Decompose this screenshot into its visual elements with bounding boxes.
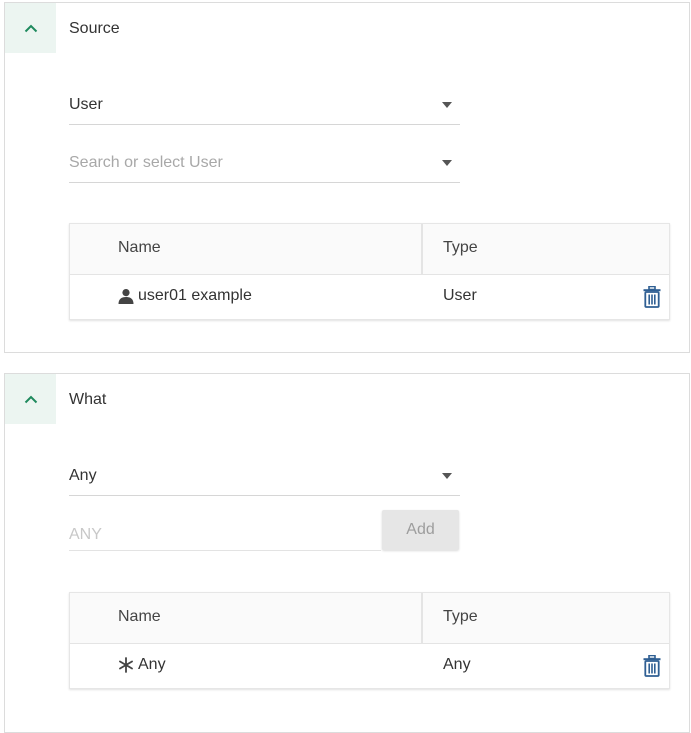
column-header-name: Name [118,239,161,256]
source-panel-title: Source [69,20,120,37]
column-header-type: Type [443,239,478,256]
source-type-select-value: User [69,96,103,113]
source-search-select[interactable]: Search or select User [69,143,460,183]
caret-down-icon [442,160,452,166]
row-name-label: user01 example [138,287,252,304]
row-type-cell: Any [443,656,471,673]
source-panel: Source User Search or select User Name T… [4,2,690,353]
table-row: Any Any [70,644,669,689]
source-type-select[interactable]: User [69,85,460,125]
what-type-select[interactable]: Any [69,456,460,496]
source-collapse-button[interactable] [5,3,56,53]
column-header-name: Name [118,608,161,625]
trash-icon [643,286,661,308]
what-value-input[interactable] [69,511,381,551]
asterisk-icon [119,657,133,673]
row-name-label: Any [138,656,166,673]
table-row: user01 example User [70,275,669,320]
source-table: Name Type user01 example User [69,223,670,320]
what-table: Name Type Any Any [69,592,670,689]
row-type-cell: User [443,287,477,304]
row-name-cell: user01 example [118,287,252,305]
what-panel: What Any Add Name Type Any Any [4,373,690,733]
what-collapse-button[interactable] [5,374,56,424]
person-icon [118,289,134,304]
caret-down-icon [442,473,452,479]
what-panel-header: What [5,374,689,424]
what-panel-title: What [69,391,107,408]
source-table-header: Name Type [70,224,669,275]
what-table-header: Name Type [70,593,669,644]
row-name-cell: Any [118,656,166,674]
column-divider[interactable] [421,593,423,644]
column-header-type: Type [443,608,478,625]
chevron-up-icon [24,24,37,32]
delete-row-button[interactable] [641,654,663,678]
caret-down-icon [442,102,452,108]
delete-row-button[interactable] [641,285,663,309]
source-panel-header: Source [5,3,689,53]
source-search-select-placeholder: Search or select User [69,154,223,171]
add-button[interactable]: Add [382,510,459,550]
trash-icon [643,655,661,677]
what-type-select-value: Any [69,467,97,484]
chevron-up-icon [24,395,37,403]
column-divider[interactable] [421,224,423,275]
